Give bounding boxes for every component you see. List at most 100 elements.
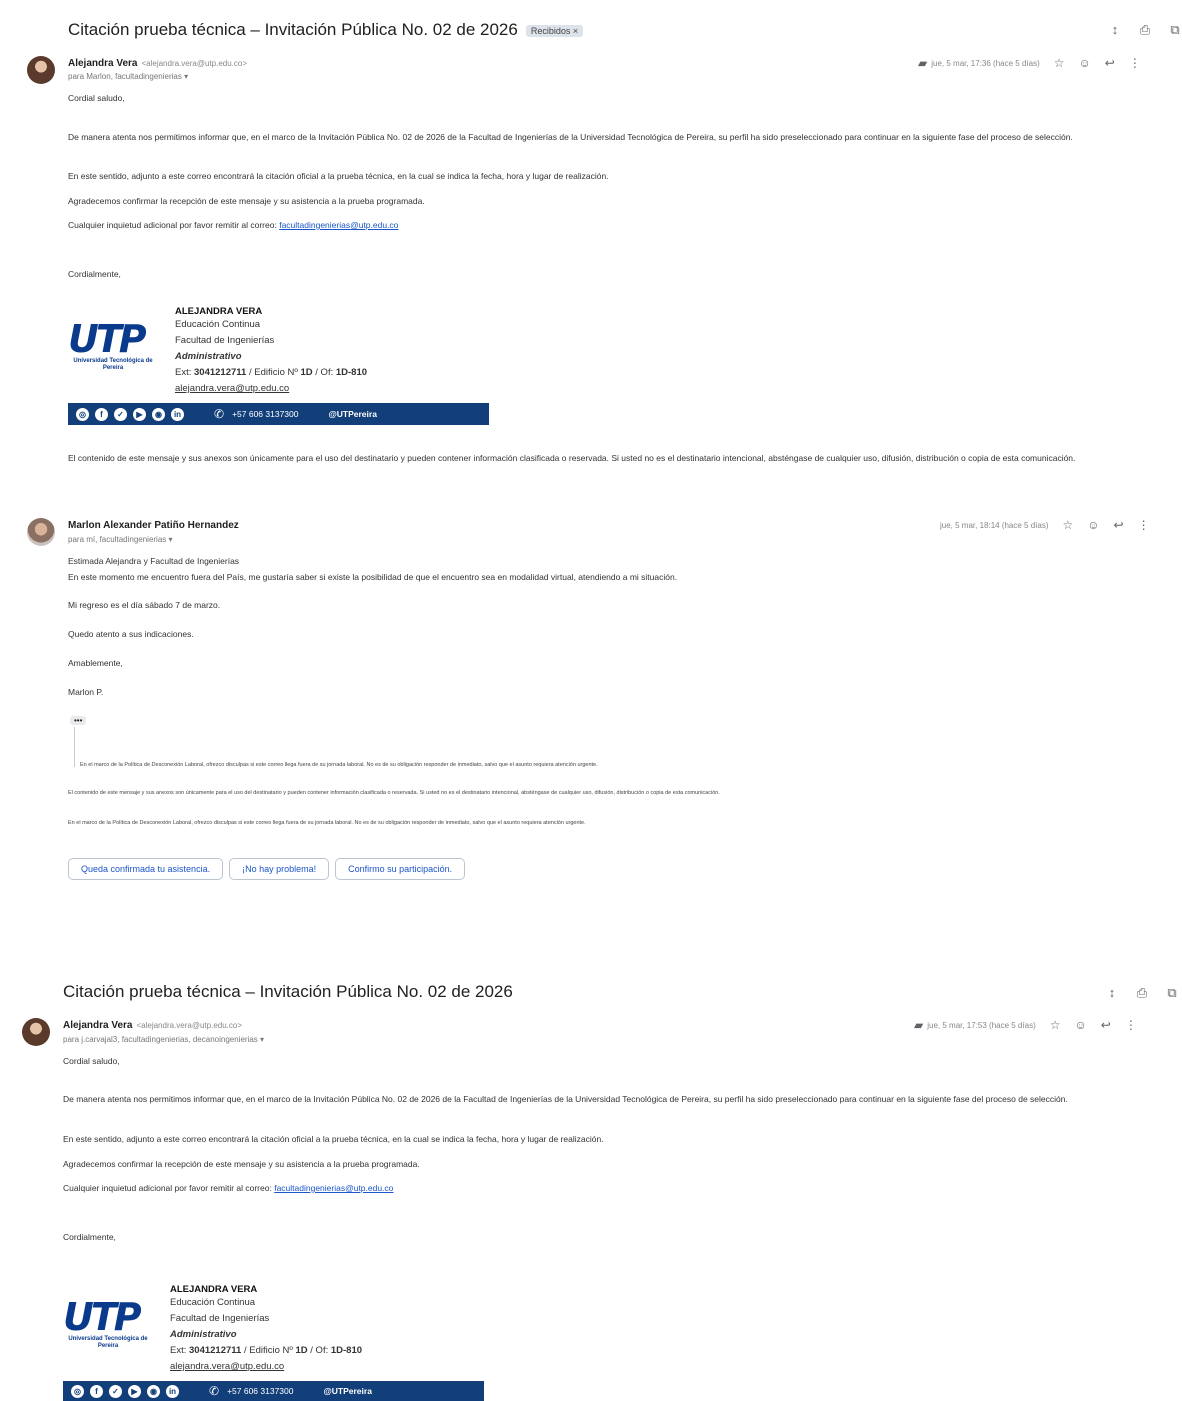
sender-line: Alejandra Vera <alejandra.vera@utp.edu.co… bbox=[68, 58, 247, 69]
signature-ext: Ext: 3041212711 / Edificio Nº 1D / Of: 1… bbox=[170, 1345, 363, 1356]
quoted-text: En el marco de la Política de Desconexió… bbox=[80, 762, 598, 768]
twitter-icon[interactable]: ✓ bbox=[109, 1384, 122, 1398]
reply-icon[interactable]: ↩ bbox=[1101, 1018, 1111, 1032]
emoji-icon[interactable]: ☺ bbox=[1075, 1018, 1087, 1032]
signature-handle: @UTPereira bbox=[328, 409, 377, 419]
more-icon[interactable]: ⋮ bbox=[1125, 1018, 1137, 1032]
facebook-icon[interactable]: f bbox=[90, 1384, 103, 1398]
signature-ext: Ext: 3041212711 / Edificio Nº 1D / Of: 1… bbox=[175, 367, 368, 378]
contact-email-link[interactable]: facultadingenierias@utp.edu.co bbox=[279, 220, 398, 230]
label-icon[interactable]: ▰ bbox=[918, 56, 927, 70]
star-icon[interactable]: ☆ bbox=[1050, 1018, 1061, 1032]
reply-line: Amablemente, bbox=[68, 658, 123, 668]
utp-logo: UTP Universidad Tecnológica de Pereira bbox=[68, 317, 153, 371]
smart-reply-button[interactable]: Queda confirmada tu asistencia. bbox=[68, 858, 224, 880]
phone-icon: ✆ bbox=[209, 1384, 220, 1398]
sender-name[interactable]: Alejandra Vera bbox=[63, 1020, 132, 1031]
thread2-toolbar: ↕ ⎙ ⧉ bbox=[1105, 985, 1179, 1001]
smart-reply-button[interactable]: Confirmo su participación. bbox=[335, 858, 466, 880]
greeting: Cordial saludo, bbox=[68, 93, 125, 103]
body-paragraph: En este sentido, adjunto a este correo e… bbox=[63, 1134, 604, 1144]
signature-name: ALEJANDRA VERA bbox=[170, 1284, 258, 1295]
signature-dept: Educación Continua bbox=[175, 319, 261, 330]
thread1-toolbar: ↕ ⎙ ⧉ bbox=[1108, 22, 1182, 38]
signature-email-link[interactable]: alejandra.vera@utp.edu.co bbox=[170, 1359, 362, 1375]
signature-name: ALEJANDRA VERA bbox=[175, 306, 263, 317]
sender-name[interactable]: Marlon Alexander Patiño Hernandez bbox=[68, 520, 239, 531]
contact-text: Cualquier inquietud adicional por favor … bbox=[63, 1183, 272, 1193]
print-icon[interactable]: ⎙ bbox=[1135, 985, 1149, 1001]
recipients-toggle[interactable]: para j.carvajal3, facultadingenierias, d… bbox=[63, 1035, 264, 1044]
sender-name[interactable]: Alejandra Vera bbox=[68, 58, 137, 69]
open-new-window-icon[interactable]: ⧉ bbox=[1168, 22, 1182, 38]
quoted-text: En el marco de la Política de Desconexió… bbox=[68, 820, 586, 826]
star-icon[interactable]: ☆ bbox=[1063, 518, 1074, 532]
closing: Cordialmente, bbox=[68, 269, 121, 279]
web-icon[interactable]: ◎ bbox=[71, 1384, 84, 1398]
signature-bar: ◎ f ✓ ▶ ◉ in ✆ +57 606 3137300 @UTPereir… bbox=[68, 403, 489, 425]
more-icon[interactable]: ⋮ bbox=[1129, 56, 1141, 70]
contact-email-link[interactable]: facultadingenierias@utp.edu.co bbox=[274, 1183, 393, 1193]
message-date: jue, 5 mar, 17:36 (hace 5 días) bbox=[931, 58, 1040, 68]
recipients-toggle[interactable]: para Marlon, facultadingenierias ▾ bbox=[68, 72, 188, 81]
linkedin-icon[interactable]: in bbox=[171, 407, 184, 421]
recipients-toggle[interactable]: para mí, facultadingenierias ▾ bbox=[68, 535, 173, 544]
body-paragraph: Cualquier inquietud adicional por favor … bbox=[63, 1180, 1163, 1196]
twitter-icon[interactable]: ✓ bbox=[114, 407, 127, 421]
facebook-icon[interactable]: f bbox=[95, 407, 108, 421]
body-paragraph: De manera atenta nos permitimos informar… bbox=[63, 1094, 1068, 1104]
inbox-label-chip[interactable]: Recibidos × bbox=[525, 24, 584, 37]
body-paragraph: Agradecemos confirmar la recepción de es… bbox=[63, 1159, 420, 1169]
message-date: jue, 5 mar, 17:53 (hace 5 días) bbox=[927, 1020, 1036, 1030]
signature-handle: @UTPereira bbox=[323, 1386, 372, 1396]
show-trimmed-content-button[interactable]: ••• bbox=[70, 716, 87, 725]
reply-icon[interactable]: ↩ bbox=[1114, 518, 1124, 532]
signature-bar: ◎ f ✓ ▶ ◉ in ✆ +57 606 3137300 @UTPereir… bbox=[63, 1381, 484, 1401]
body-paragraph: En este sentido, adjunto a este correo e… bbox=[68, 171, 609, 181]
body-paragraph: De manera atenta nos permitimos informar… bbox=[68, 132, 1073, 142]
thread1-subject: Citación prueba técnica – Invitación Púb… bbox=[68, 20, 584, 40]
reply-icon[interactable]: ↩ bbox=[1105, 56, 1115, 70]
body-paragraph: Cualquier inquietud adicional por favor … bbox=[68, 217, 1168, 233]
more-icon[interactable]: ⋮ bbox=[1138, 518, 1150, 532]
smart-reply-button[interactable]: ¡No hay problema! bbox=[229, 858, 330, 880]
open-new-window-icon[interactable]: ⧉ bbox=[1165, 985, 1179, 1001]
message-meta: ▰ jue, 5 mar, 17:53 (hace 5 días) ☆ ☺ ↩ … bbox=[914, 1018, 1137, 1032]
print-icon[interactable]: ⎙ bbox=[1138, 22, 1152, 38]
reply-line: En este momento me encuentro fuera del P… bbox=[68, 572, 678, 582]
instagram-icon[interactable]: ◉ bbox=[152, 407, 165, 421]
sender-line: Alejandra Vera <alejandra.vera@utp.edu.co… bbox=[63, 1020, 242, 1031]
youtube-icon[interactable]: ▶ bbox=[128, 1384, 141, 1398]
signature-email-link[interactable]: alejandra.vera@utp.edu.co bbox=[175, 381, 367, 397]
avatar bbox=[27, 56, 55, 84]
linkedin-icon[interactable]: in bbox=[166, 1384, 179, 1398]
emoji-icon[interactable]: ☺ bbox=[1079, 56, 1091, 70]
greeting: Cordial saludo, bbox=[63, 1056, 120, 1066]
signature-role: Administrativo bbox=[170, 1329, 237, 1340]
signature-faculty: Facultad de Ingenierías bbox=[170, 1313, 270, 1324]
star-icon[interactable]: ☆ bbox=[1054, 56, 1065, 70]
quote-border bbox=[74, 727, 75, 767]
emoji-icon[interactable]: ☺ bbox=[1087, 518, 1099, 532]
web-icon[interactable]: ◎ bbox=[76, 407, 89, 421]
instagram-icon[interactable]: ◉ bbox=[147, 1384, 160, 1398]
message-meta: jue, 5 mar, 18:14 (hace 5 días) ☆ ☺ ↩ ⋮ bbox=[940, 518, 1150, 532]
social-icons: ◎ f ✓ ▶ ◉ in bbox=[76, 407, 184, 421]
avatar bbox=[22, 1018, 50, 1046]
smart-replies: Queda confirmada tu asistencia. ¡No hay … bbox=[68, 858, 466, 880]
closing: Cordialmente, bbox=[63, 1232, 116, 1242]
signature-block: ALEJANDRA VERA Educación Continua Facult… bbox=[170, 1284, 362, 1375]
reply-line: Marlon P. bbox=[68, 687, 104, 697]
reply-line: Mi regreso es el día sábado 7 de marzo. bbox=[68, 600, 221, 610]
message-date: jue, 5 mar, 18:14 (hace 5 días) bbox=[940, 520, 1049, 530]
label-icon[interactable]: ▰ bbox=[914, 1018, 923, 1032]
signature-phone: ✆ +57 606 3137300 bbox=[209, 1384, 294, 1398]
youtube-icon[interactable]: ▶ bbox=[133, 407, 146, 421]
quoted-text: El contenido de este mensaje y sus anexo… bbox=[68, 790, 720, 796]
expand-icon[interactable]: ↕ bbox=[1105, 985, 1119, 1001]
expand-icon[interactable]: ↕ bbox=[1108, 22, 1122, 38]
phone-icon: ✆ bbox=[214, 407, 225, 421]
body-paragraph: Agradecemos confirmar la recepción de es… bbox=[68, 196, 425, 206]
signature-block: ALEJANDRA VERA Educación Continua Facult… bbox=[175, 306, 367, 397]
utp-logo: UTP Universidad Tecnológica de Pereira bbox=[63, 1295, 148, 1349]
